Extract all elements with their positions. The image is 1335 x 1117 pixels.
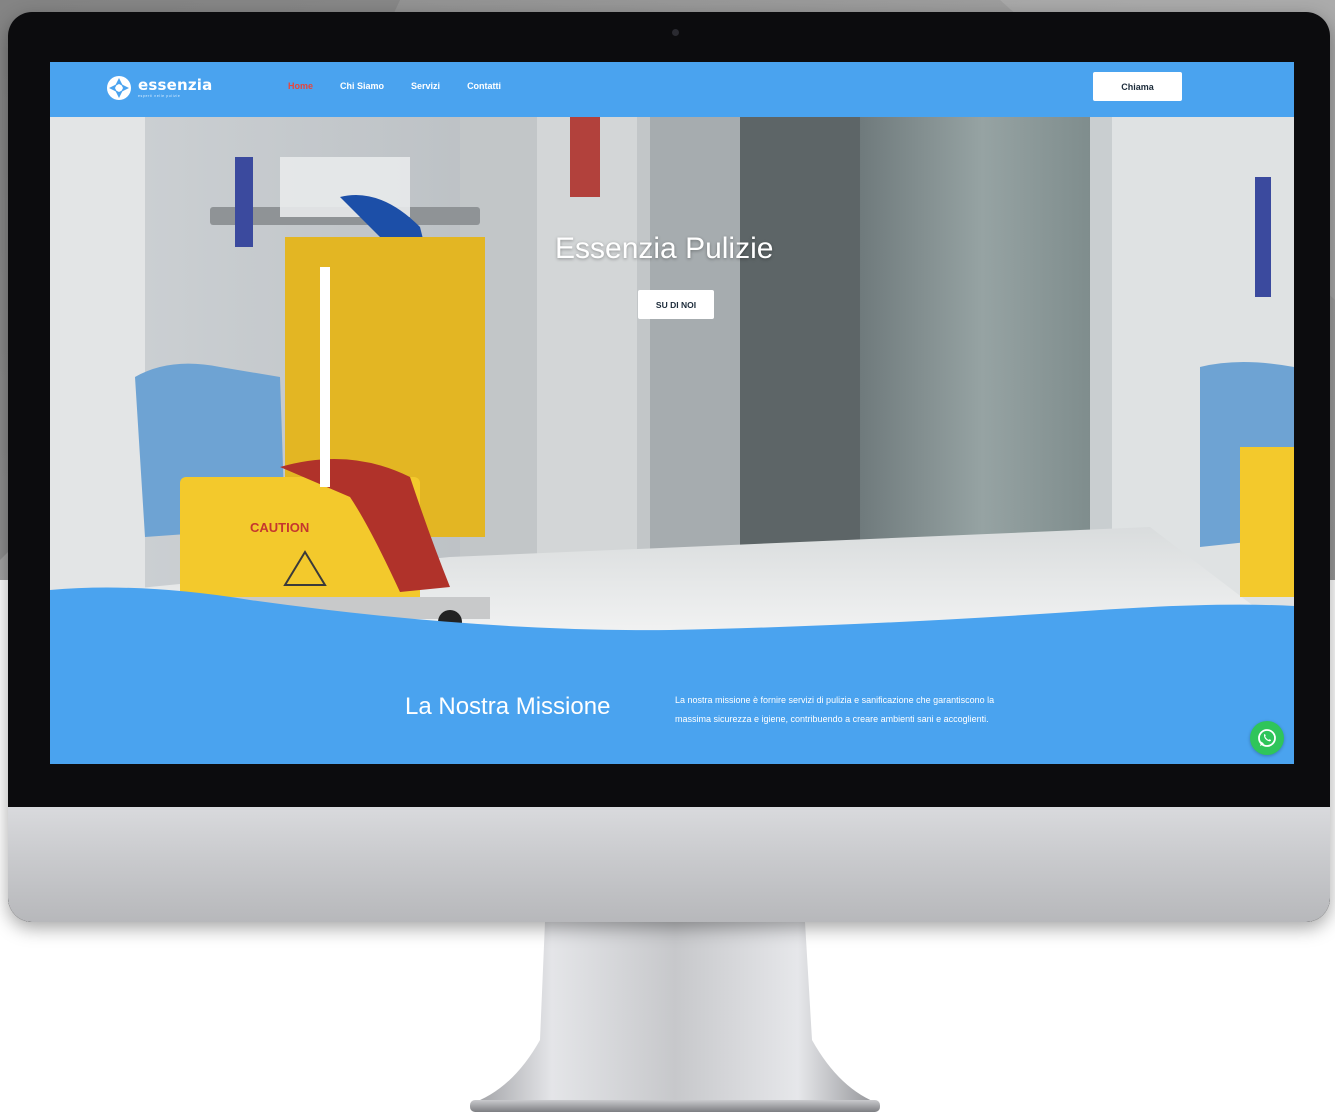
nav-home[interactable]: Home bbox=[288, 81, 313, 91]
nav-chi-siamo[interactable]: Chi Siamo bbox=[340, 81, 384, 91]
whatsapp-button[interactable] bbox=[1250, 721, 1284, 755]
call-button[interactable]: Chiama bbox=[1093, 72, 1182, 101]
monitor-chin bbox=[8, 807, 1330, 922]
hero-title: Essenzia Pulizie bbox=[555, 232, 774, 265]
nav-servizi[interactable]: Servizi bbox=[411, 81, 440, 91]
website-screen: CAUTION essenzia esperti nelle pulizie H… bbox=[50, 62, 1294, 764]
caution-sign-text: CAUTION bbox=[250, 520, 309, 535]
mission-section: La Nostra Missione La nostra missione è … bbox=[50, 622, 1294, 764]
mockup-scene: CAUTION essenzia esperti nelle pulizie H… bbox=[0, 0, 1335, 1117]
whatsapp-icon bbox=[1258, 729, 1276, 747]
hero-image: CAUTION bbox=[50, 117, 1294, 637]
logo-tagline: esperti nelle pulizie bbox=[138, 93, 181, 98]
navbar: essenzia esperti nelle pulizie Home Chi … bbox=[50, 62, 1294, 117]
mission-text: La nostra missione è fornire servizi di … bbox=[675, 695, 995, 724]
site-logo[interactable]: essenzia esperti nelle pulizie bbox=[106, 72, 212, 104]
camera-icon bbox=[672, 29, 679, 36]
nav-contatti[interactable]: Contatti bbox=[467, 81, 501, 91]
essenzia-logo-icon bbox=[107, 76, 131, 100]
about-us-button[interactable]: SU DI NOI bbox=[638, 290, 714, 319]
logo-text: essenzia bbox=[138, 75, 213, 94]
main-nav: Home Chi Siamo Servizi Contatti bbox=[288, 81, 528, 91]
mission-title: La Nostra Missione bbox=[405, 693, 611, 720]
